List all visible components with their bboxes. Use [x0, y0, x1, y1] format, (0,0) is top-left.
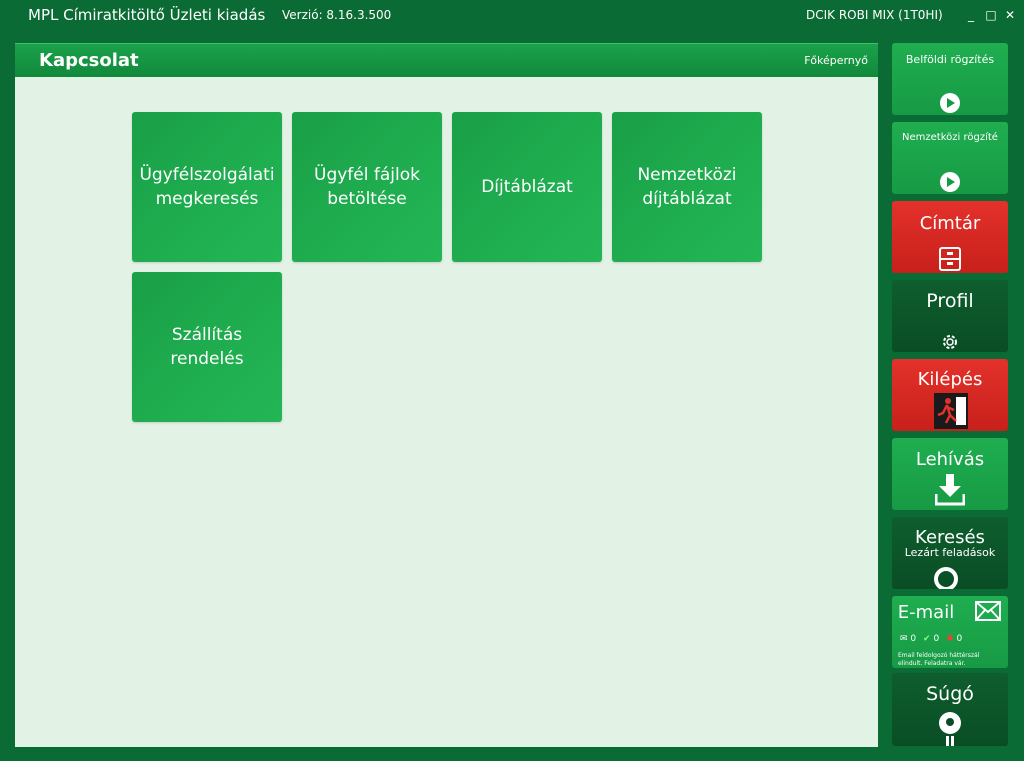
page-title: Kapcsolat — [39, 50, 139, 71]
close-button[interactable]: ✕ — [1003, 8, 1017, 22]
email-stats: ✉ 0 ✔ 0 ✖ 0 — [900, 634, 962, 644]
search-sublabel: Lezárt feladások — [904, 546, 996, 559]
tile-label: Szállítás rendelés — [170, 325, 244, 369]
download-label: Lehívás — [915, 449, 985, 470]
tile-customer-service[interactable]: Ügyfélszolgálati megkeresés — [132, 112, 282, 262]
tile-label: Díjtáblázat — [481, 177, 573, 197]
email-button[interactable]: E-mail ✉ 0 ✔ 0 ✖ 0 Email feldolgozó hátt… — [892, 596, 1008, 668]
help-label: Súgó — [926, 683, 974, 705]
maximize-button[interactable]: □ — [984, 8, 998, 22]
tile-label: Nemzetközi díjtáblázat — [637, 165, 737, 209]
international-record-label: Nemzetközi rögzíté — [902, 132, 998, 143]
envelope-icon — [975, 601, 1001, 621]
email-status-note: Email feldolgozó háttérszál elindult. Fe… — [898, 652, 980, 667]
search-icon — [934, 567, 958, 589]
domestic-record-button[interactable]: Belföldi rögzítés — [892, 43, 1008, 115]
search-label: Keresés — [915, 527, 985, 548]
address-book-button[interactable]: Címtár — [892, 201, 1008, 273]
tile-shipping-order[interactable]: Szállítás rendelés — [132, 272, 282, 422]
tile-price-table[interactable]: Díjtáblázat — [452, 112, 602, 262]
download-button[interactable]: Lehívás — [892, 438, 1008, 510]
home-link[interactable]: Főképernyő — [804, 54, 868, 67]
error-icon: ✖ — [946, 634, 954, 644]
tile-customer-files[interactable]: Ügyfél fájlok betöltése — [292, 112, 442, 262]
domestic-record-label: Belföldi rögzítés — [905, 53, 995, 66]
email-label: E-mail — [897, 602, 955, 623]
tile-label: Ügyfélszolgálati megkeresés — [139, 165, 275, 209]
logout-button[interactable]: Kilépés — [892, 359, 1008, 431]
title-bar: MPL Címiratkitöltő Üzleti kiadás Verzió:… — [0, 0, 1024, 34]
tile-international-price-table[interactable]: Nemzetközi díjtáblázat — [612, 112, 762, 262]
profile-button[interactable]: Profil — [892, 280, 1008, 352]
error-count: 0 — [956, 634, 963, 644]
main-panel: Kapcsolat Főképernyő Ügyfélszolgálati me… — [15, 43, 878, 747]
play-icon — [940, 172, 960, 192]
profile-label: Profil — [926, 290, 974, 312]
mail-icon: ✉ — [900, 634, 908, 644]
international-record-button[interactable]: Nemzetközi rögzíté — [892, 122, 1008, 194]
address-book-label: Címtár — [919, 213, 981, 234]
play-icon — [940, 93, 960, 113]
download-icon — [935, 474, 965, 506]
version-label: Verzió: 8.16.3.500 — [282, 8, 392, 22]
check-icon: ✔ — [923, 634, 931, 644]
help-button[interactable]: Súgó — [892, 673, 1008, 746]
cabinet-icon — [939, 247, 961, 271]
ok-count: 0 — [933, 634, 940, 644]
search-button[interactable]: Keresés Lezárt feladások — [892, 517, 1008, 589]
app-title: MPL Címiratkitöltő Üzleti kiadás — [28, 6, 266, 24]
gear-icon — [943, 335, 957, 349]
panel-header: Kapcsolat Főképernyő — [15, 43, 878, 77]
minimize-button[interactable]: _ — [964, 8, 978, 22]
mail-count: 0 — [910, 634, 917, 644]
tile-label: Ügyfél fájlok betöltése — [314, 165, 420, 209]
exit-icon — [934, 393, 968, 429]
logout-label: Kilépés — [917, 369, 983, 390]
user-label: DCIK ROBI MIX (1T0HI) — [806, 8, 943, 22]
info-icon — [939, 712, 961, 746]
